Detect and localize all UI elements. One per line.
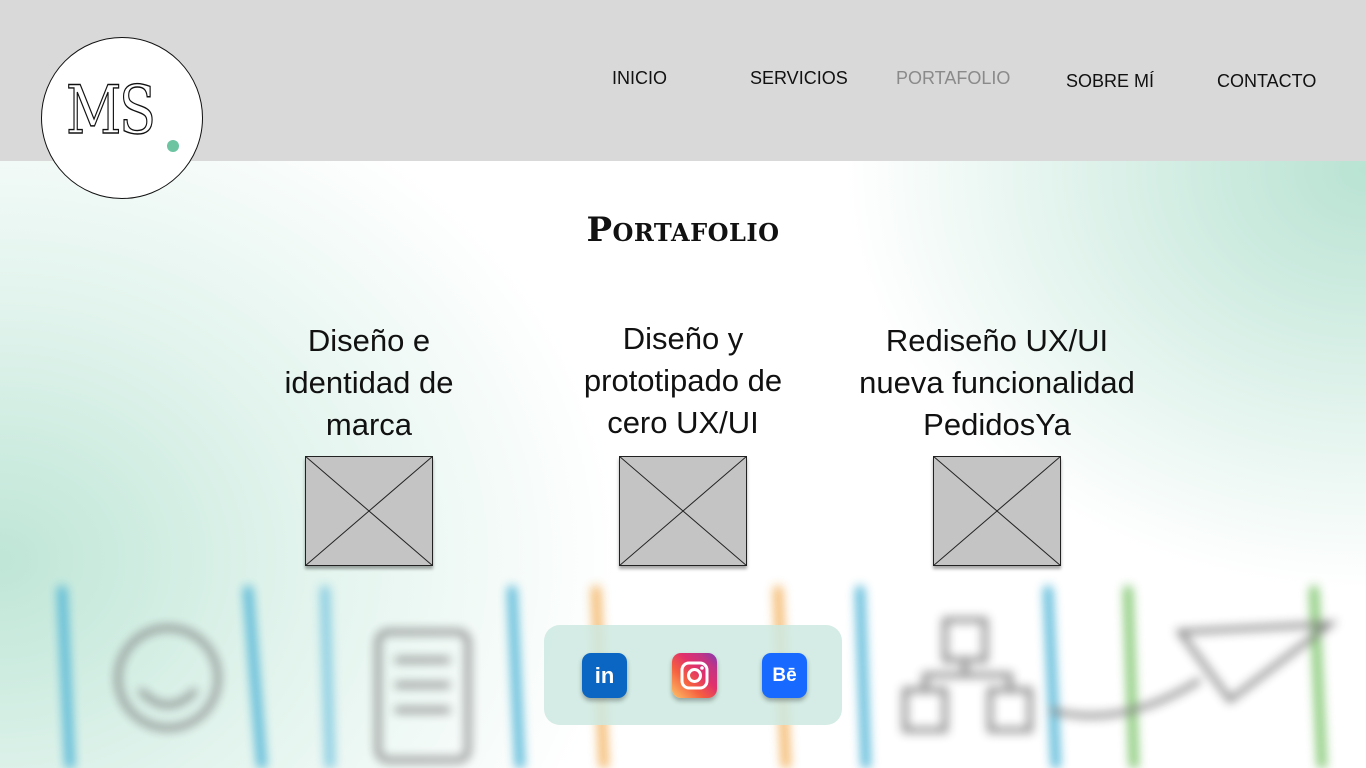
project-title-3[interactable]: Rediseño UX/UI nueva funcionalidad Pedid… [847, 320, 1147, 446]
project-title-1[interactable]: Diseño e identidad de marca [219, 320, 519, 446]
image-placeholder-icon [933, 456, 1061, 566]
instagram-glyph [680, 661, 709, 690]
nav-item-sobre-mi[interactable]: SOBRE MÍ [1066, 71, 1154, 92]
nav-item-servicios[interactable]: SERVICIOS [750, 68, 848, 89]
project-image-placeholder-2[interactable] [619, 456, 747, 566]
project-title-line: Diseño e [307, 323, 431, 358]
behance-icon[interactable]: Bē [762, 653, 807, 698]
project-image-placeholder-3[interactable] [933, 456, 1061, 566]
linkedin-icon[interactable]: in [582, 653, 627, 698]
project-title-line: PedidosYa [923, 407, 1071, 442]
logo-text: MS [65, 72, 156, 149]
project-title-line: identidad de [284, 365, 454, 400]
logo[interactable]: MS [41, 37, 203, 199]
project-title-line: marca [325, 407, 413, 442]
nav-item-portafolio[interactable]: PORTAFOLIO [896, 68, 1010, 89]
site-header: MS INICIO SERVICIOS PORTAFOLIO SOBRE MÍ … [0, 0, 1366, 199]
project-image-placeholder-1[interactable] [305, 456, 433, 566]
project-title-line: prototipado de [583, 363, 783, 398]
project-title-line: Rediseño UX/UI [885, 323, 1109, 358]
page-title: Portafolio [586, 210, 780, 250]
project-title-2[interactable]: Diseño y prototipado de cero UX/UI [533, 318, 833, 444]
project-title-line: Diseño y [622, 321, 744, 356]
social-links-bar: in Bē [544, 625, 842, 725]
image-placeholder-icon [305, 456, 433, 566]
project-title-line: cero UX/UI [607, 405, 759, 440]
logo-dot [167, 140, 179, 152]
instagram-icon[interactable] [672, 653, 717, 698]
image-placeholder-icon [619, 456, 747, 566]
nav-item-contacto[interactable]: CONTACTO [1217, 71, 1316, 92]
nav-item-inicio[interactable]: INICIO [612, 68, 667, 89]
project-title-line: nueva funcionalidad [859, 365, 1135, 400]
